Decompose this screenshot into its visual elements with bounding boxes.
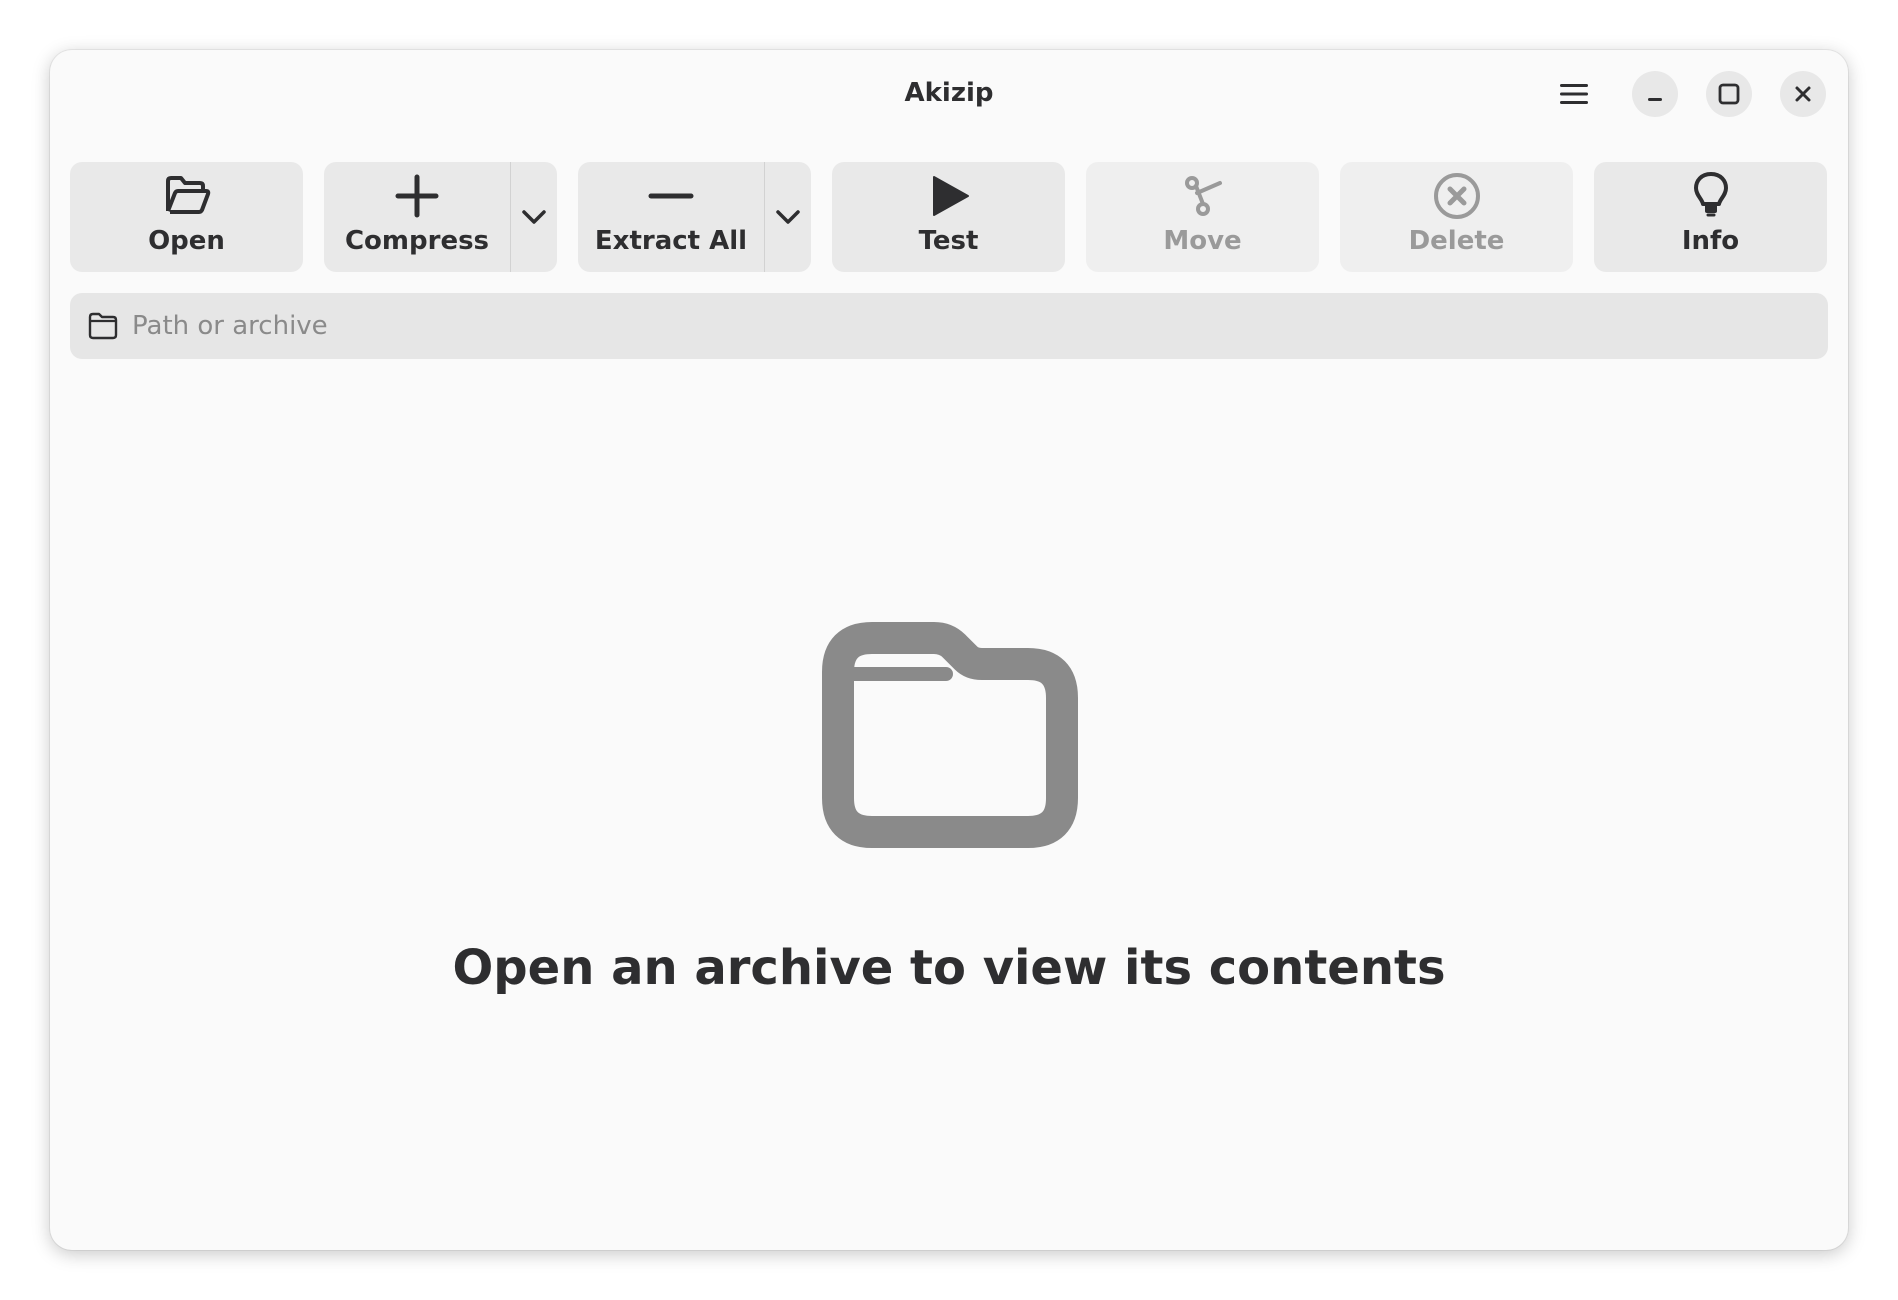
extract-all-label: Extract All xyxy=(594,226,748,256)
extract-all-button[interactable]: Extract All xyxy=(578,162,764,272)
play-icon xyxy=(932,176,969,216)
chevron-down-icon xyxy=(776,210,800,224)
cut-icon xyxy=(1184,176,1222,216)
plus-icon xyxy=(395,174,439,218)
compress-button-group: Compress xyxy=(324,162,557,272)
main-menu-button[interactable] xyxy=(1550,70,1598,118)
open-button[interactable]: Open xyxy=(70,162,303,272)
folder-icon xyxy=(822,622,1078,848)
maximize-button[interactable] xyxy=(1706,71,1752,117)
empty-state-message: Open an archive to view its contents xyxy=(452,940,1446,996)
open-label: Open xyxy=(148,226,225,256)
chevron-down-icon xyxy=(522,210,546,224)
maximize-icon xyxy=(1718,83,1740,105)
path-input[interactable] xyxy=(132,293,1792,359)
compress-dropdown-button[interactable] xyxy=(511,162,557,272)
extract-dropdown-button[interactable] xyxy=(765,162,811,272)
close-button[interactable] xyxy=(1780,71,1826,117)
test-button[interactable]: Test xyxy=(832,162,1065,272)
minus-icon xyxy=(648,193,694,199)
folder-open-icon xyxy=(165,176,210,214)
delete-circle-icon xyxy=(1433,173,1480,219)
path-bar xyxy=(70,293,1828,359)
test-label: Test xyxy=(918,226,979,256)
extract-all-button-group: Extract All xyxy=(578,162,811,272)
minimize-icon xyxy=(1648,98,1662,101)
hamburger-menu-icon xyxy=(1560,84,1588,104)
info-button[interactable]: Info xyxy=(1594,162,1827,272)
close-icon xyxy=(1795,86,1811,102)
folder-icon xyxy=(88,312,118,340)
delete-button[interactable]: Delete xyxy=(1340,162,1573,272)
move-button[interactable]: Move xyxy=(1086,162,1319,272)
app-window: Akizip Open Compress Extract All Test Mo… xyxy=(50,50,1848,1250)
lightbulb-icon xyxy=(1693,172,1728,217)
delete-label: Delete xyxy=(1408,226,1505,256)
info-label: Info xyxy=(1681,226,1740,256)
minimize-button[interactable] xyxy=(1632,71,1678,117)
move-label: Move xyxy=(1163,226,1242,256)
compress-label: Compress xyxy=(344,226,490,256)
compress-button[interactable]: Compress xyxy=(324,162,510,272)
